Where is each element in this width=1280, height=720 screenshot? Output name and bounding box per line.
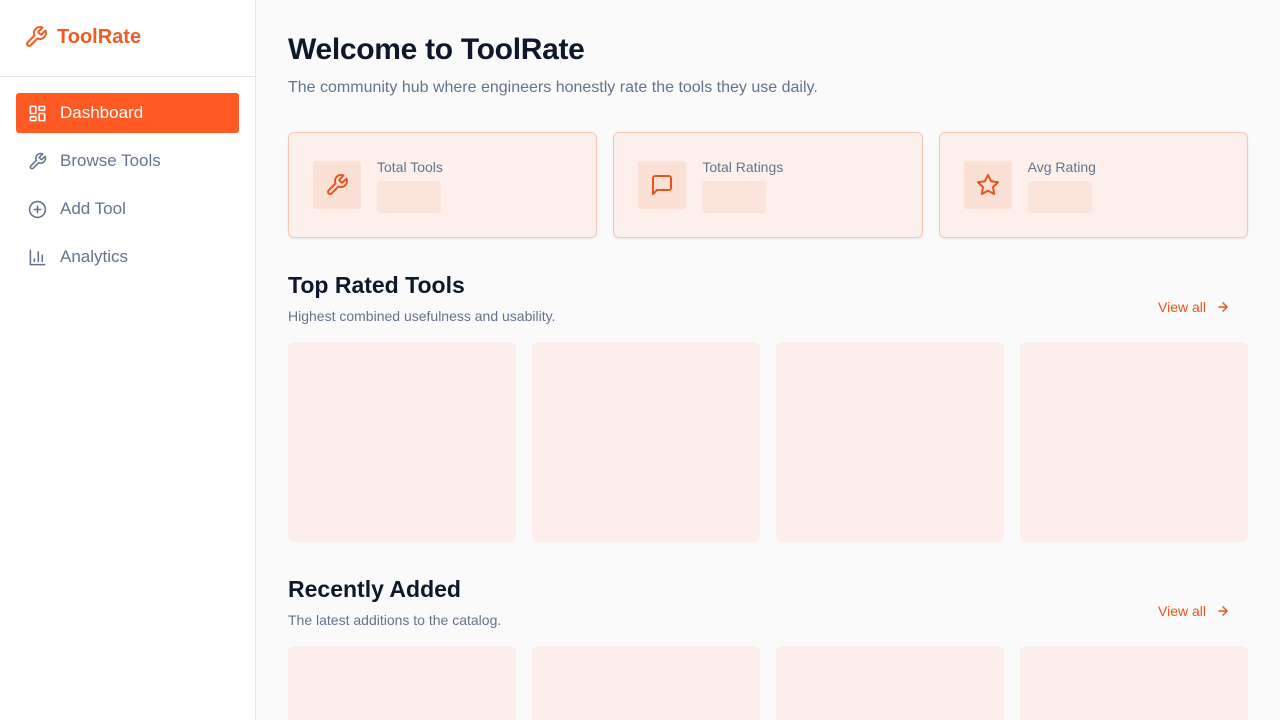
arrow-right-icon xyxy=(1218,606,1228,616)
stat-label: Avg Rating xyxy=(1027,159,1096,175)
wrench-icon xyxy=(29,152,47,169)
stat-value-placeholder xyxy=(377,181,441,213)
tool-card-placeholder xyxy=(532,646,760,720)
stat-card-avg-rating: Avg Rating xyxy=(938,132,1248,238)
stat-card-total-tools: Total Tools xyxy=(288,132,598,238)
stats-row: Total Tools Total Ratings Avg Rating xyxy=(288,132,1248,238)
view-all-top-rated-link[interactable]: View all xyxy=(1158,299,1230,315)
wrench-icon xyxy=(327,174,348,195)
star-icon xyxy=(976,174,999,196)
wrench-icon xyxy=(26,26,47,47)
stat-value-placeholder xyxy=(1027,181,1092,213)
tool-card-placeholder xyxy=(532,342,760,542)
tool-card-placeholder xyxy=(776,646,1004,720)
brand[interactable]: ToolRate xyxy=(0,0,255,77)
view-all-label: View all xyxy=(1158,603,1206,619)
tool-card-placeholder xyxy=(1020,342,1248,542)
stat-icon-box xyxy=(963,161,1012,209)
stat-label: Total Tools xyxy=(377,159,443,175)
sidebar-item-dashboard[interactable]: Dashboard xyxy=(16,93,239,133)
section-title-top-rated: Top Rated Tools xyxy=(288,272,465,298)
tool-card-placeholder xyxy=(288,342,516,542)
sidebar-item-label: Dashboard xyxy=(60,103,144,122)
sidebar-item-label: Analytics xyxy=(60,247,129,266)
stat-value-placeholder xyxy=(702,181,767,213)
sidebar-item-label: Add Tool xyxy=(60,199,126,218)
sidebar-item-add-tool[interactable]: Add Tool xyxy=(16,189,239,229)
page-title: Welcome to ToolRate xyxy=(288,33,585,66)
plus-circle-icon xyxy=(28,200,47,218)
dashboard-icon xyxy=(29,105,46,121)
sidebar-nav: Dashboard Browse Tools Add Tool Analytic… xyxy=(0,77,255,277)
section-title-recent: Recently Added xyxy=(288,576,461,602)
section-subtitle-top-rated: Highest combined usefulness and usabilit… xyxy=(288,308,556,324)
view-all-label: View all xyxy=(1158,299,1206,315)
brand-name: ToolRate xyxy=(57,25,142,48)
sidebar-item-label: Browse Tools xyxy=(60,151,161,170)
sidebar: ToolRate Dashboard Browse Tools Add Tool… xyxy=(0,0,256,720)
recent-cards xyxy=(288,646,1248,720)
message-square-icon xyxy=(652,175,673,195)
arrow-right-icon xyxy=(1218,302,1228,312)
bar-chart-icon xyxy=(29,249,46,265)
tool-card-placeholder xyxy=(776,342,1004,542)
top-rated-cards xyxy=(288,342,1248,542)
view-all-recent-link[interactable]: View all xyxy=(1158,603,1230,619)
stat-icon-box xyxy=(638,161,687,209)
stat-card-total-ratings: Total Ratings xyxy=(613,132,923,238)
page-subtitle: The community hub where engineers honest… xyxy=(288,79,818,96)
tool-card-placeholder xyxy=(1020,646,1248,720)
tool-card-placeholder xyxy=(288,646,516,720)
stat-icon-box xyxy=(313,161,361,209)
sidebar-item-browse-tools[interactable]: Browse Tools xyxy=(16,141,239,181)
section-subtitle-recent: The latest additions to the catalog. xyxy=(288,612,502,628)
sidebar-item-analytics[interactable]: Analytics xyxy=(16,237,239,277)
stat-label: Total Ratings xyxy=(702,159,784,175)
